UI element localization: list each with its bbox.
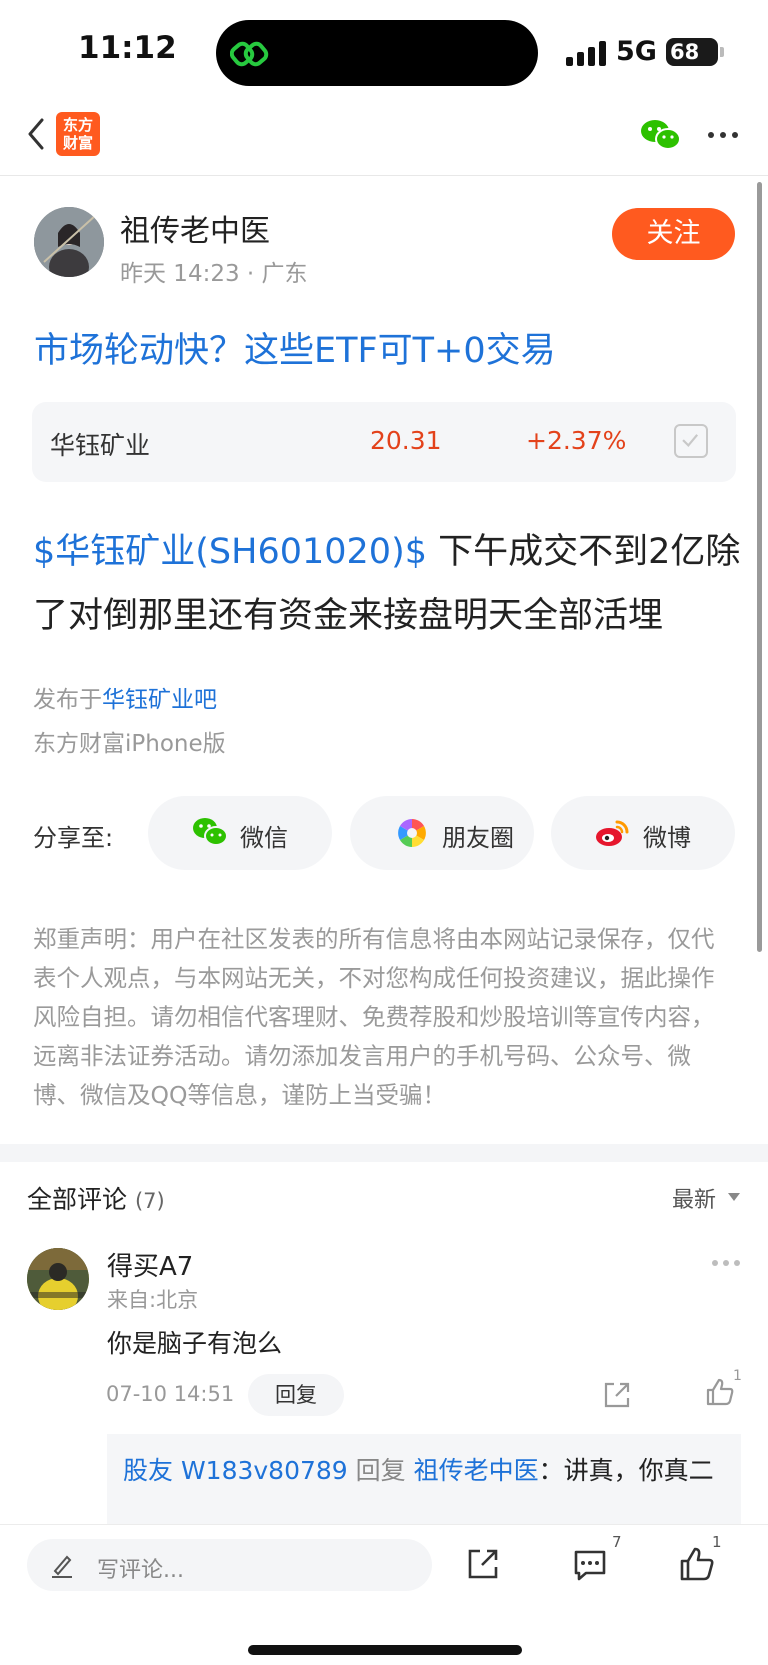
meta-separator: ·: [246, 261, 262, 287]
author-name[interactable]: 祖传老中医: [120, 206, 270, 250]
post-title-link[interactable]: 市场轮动快？这些ETF可T+0交易: [34, 322, 556, 373]
client-info: 东方财富iPhone版: [33, 731, 226, 757]
sub-reply-verb: 回复: [347, 1456, 414, 1485]
stock-bar-link[interactable]: 华钰矿业吧: [102, 687, 217, 713]
stock-quote-card[interactable]: 华钰矿业 20.31 +2.37%: [32, 402, 736, 482]
sub-reply-box[interactable]: 股友 W183v80789 回复 祖传老中医：讲真，你真二: [107, 1434, 741, 1530]
pen-icon: [52, 1555, 72, 1578]
disclaimer-text: 郑重声明：用户在社区发表的所有信息将由本网站记录保存，仅代表个人观点，与本网站无…: [33, 925, 715, 1109]
share-weibo-label: 微博: [643, 824, 691, 852]
commenter-location: 来自:北京: [107, 1288, 199, 1312]
post-date: 昨天 14:23: [120, 261, 240, 287]
stock-change: +2.37%: [526, 426, 627, 455]
share-wechat-button[interactable]: 微信: [148, 796, 332, 870]
logo-line2: 财富: [62, 134, 93, 152]
publish-info: 发布于华钰矿业吧: [33, 680, 217, 714]
comment-input[interactable]: 写评论...: [27, 1539, 432, 1591]
follow-button[interactable]: 关注: [612, 208, 735, 260]
battery-icon: 68: [666, 38, 718, 66]
wechat-share-icon[interactable]: [640, 118, 682, 152]
share-moments-label: 朋友圈: [442, 824, 514, 852]
post-body: $华钰矿业(SH601020)$ 下午成交不到2亿除了对倒那里还有资金来接盘明天…: [33, 520, 743, 648]
commenter-avatar[interactable]: [27, 1248, 89, 1310]
comments-header: 全部评论 (7): [27, 1180, 165, 1216]
battery-tip: [720, 47, 724, 57]
caret-down-icon[interactable]: [728, 1193, 740, 1201]
like-icon[interactable]: [678, 1545, 716, 1583]
reply-button[interactable]: 回复: [248, 1374, 344, 1416]
back-arrow-icon[interactable]: [24, 114, 48, 154]
avatar-figure-icon: [34, 207, 104, 277]
share-weibo-button[interactable]: 微博: [551, 796, 735, 870]
scroll-indicator: [757, 182, 762, 952]
comment-text: 你是脑子有泡么: [107, 1329, 283, 1358]
link-app-icon: [230, 41, 269, 67]
add-watchlist-checkbox[interactable]: [674, 424, 708, 458]
publish-prefix: 发布于: [33, 687, 102, 713]
check-icon: [682, 434, 699, 448]
commenter-name[interactable]: 得买A7: [107, 1246, 193, 1283]
comments-count: (7): [134, 1189, 165, 1213]
signal-icon: [566, 40, 606, 66]
section-divider: [0, 1144, 768, 1162]
stock-price: 20.31: [370, 426, 442, 455]
commenter-avatar-image: [27, 1248, 89, 1310]
sub-reply-sep: ：: [538, 1456, 564, 1485]
more-options-icon[interactable]: [708, 132, 738, 140]
status-bar: 11:12 5G 68: [0, 0, 768, 100]
comments-title: 全部评论: [27, 1185, 128, 1214]
network-type: 5G: [616, 36, 657, 67]
author-meta: 昨天 14:23 · 广东: [120, 254, 308, 288]
weibo-icon: [596, 820, 629, 846]
sub-reply-content: 股友 W183v80789 回复 祖传老中医：讲真，你真二: [123, 1450, 727, 1492]
stock-mention-link[interactable]: $华钰矿业(SH601020)$: [33, 532, 427, 572]
comment-count-badge: 7: [612, 1533, 622, 1551]
share-moments-button[interactable]: 朋友圈: [350, 796, 534, 870]
stock-name: 华钰矿业: [50, 431, 151, 460]
share-label: 分享至:: [33, 824, 114, 852]
comment-more-icon[interactable]: [712, 1260, 740, 1266]
like-count-badge: 1: [712, 1533, 722, 1551]
sort-selector[interactable]: 最新: [672, 1182, 716, 1214]
comment-date: 07-10 14:51: [106, 1382, 235, 1406]
share-icon[interactable]: [466, 1547, 500, 1581]
app-logo[interactable]: 东方 财富: [56, 112, 100, 156]
status-time: 11:12: [78, 30, 177, 66]
comment-icon[interactable]: [572, 1547, 608, 1583]
moments-icon: [398, 819, 426, 847]
top-nav: 东方 财富: [0, 100, 768, 176]
sub-reply-target[interactable]: 祖传老中医: [414, 1456, 539, 1485]
sub-reply-text: 讲真，你真二: [563, 1456, 714, 1485]
post-location: 广东: [261, 261, 308, 287]
bottom-action-bar: 写评论... 7 1: [0, 1524, 768, 1665]
comment-share-icon[interactable]: [602, 1380, 632, 1410]
share-wechat-label: 微信: [240, 824, 288, 852]
home-indicator: [248, 1645, 522, 1655]
wechat-icon: [193, 818, 228, 846]
author-avatar[interactable]: [34, 207, 104, 277]
comment-like-icon[interactable]: [704, 1376, 736, 1408]
comment-placeholder: 写评论...: [97, 1558, 184, 1583]
sub-reply-user[interactable]: 股友 W183v80789: [123, 1456, 348, 1485]
logo-line1: 东方: [62, 116, 93, 134]
comment-like-count: 1: [733, 1368, 742, 1384]
